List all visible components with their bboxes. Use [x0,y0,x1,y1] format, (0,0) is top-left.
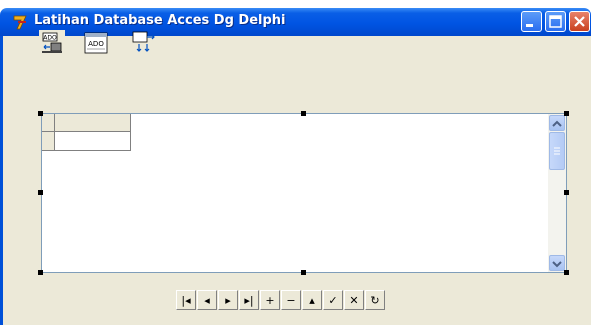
adoconnection-label: ADO [43,35,57,42]
scroll-up-button[interactable] [549,115,565,131]
datasource-icon[interactable] [131,30,157,56]
grip-icon [554,147,560,155]
scroll-thumb[interactable] [549,132,565,170]
selection-handle[interactable] [564,270,569,275]
selection-handle[interactable] [301,270,306,275]
maximize-icon [549,15,562,28]
nav-edit-button[interactable]: ▴ [302,290,322,310]
adotable-label: ADO [88,40,104,48]
nav-prior-button[interactable]: ◂ [197,290,217,310]
scroll-down-button[interactable] [549,255,565,271]
maximize-button[interactable] [545,11,566,32]
selection-handle[interactable] [38,190,43,195]
adotable-icon[interactable]: ADO [83,30,109,56]
selection-handle[interactable] [564,111,569,116]
db-grid[interactable] [41,113,567,273]
selection-handle[interactable] [38,270,43,275]
grid-cell[interactable] [55,132,131,151]
nav-last-button[interactable]: ▸| [239,290,259,310]
window-title: Latihan Database Acces Dg Delphi [34,13,286,28]
selection-handle[interactable] [38,111,43,116]
adoconnection-icon[interactable]: ADO [39,30,65,56]
nav-post-button[interactable]: ✓ [323,290,343,310]
nav-insert-button[interactable]: + [260,290,280,310]
grid-indicator-header [42,114,55,132]
close-button[interactable] [569,11,590,32]
nav-delete-button[interactable]: − [281,290,301,310]
nav-refresh-button[interactable]: ↻ [365,290,385,310]
chevron-down-icon [552,261,562,268]
selection-handle[interactable] [564,190,569,195]
close-icon [574,16,585,27]
minimize-button[interactable] [521,11,542,32]
grid-row-indicator [42,132,55,151]
chevron-up-icon [552,120,562,127]
db-navigator: |◂ ◂ ▸ ▸| + − ▴ ✓ ✕ ↻ [176,290,386,311]
selection-handle[interactable] [301,111,306,116]
nav-first-button[interactable]: |◂ [176,290,196,310]
nav-cancel-button[interactable]: ✕ [344,290,364,310]
minimize-icon [526,24,533,27]
delphi-app-icon [13,15,27,30]
main-window: Latihan Database Acces Dg Delphi ADO ADO [0,0,591,325]
grid-column-header[interactable] [55,114,131,132]
nav-next-button[interactable]: ▸ [218,290,238,310]
